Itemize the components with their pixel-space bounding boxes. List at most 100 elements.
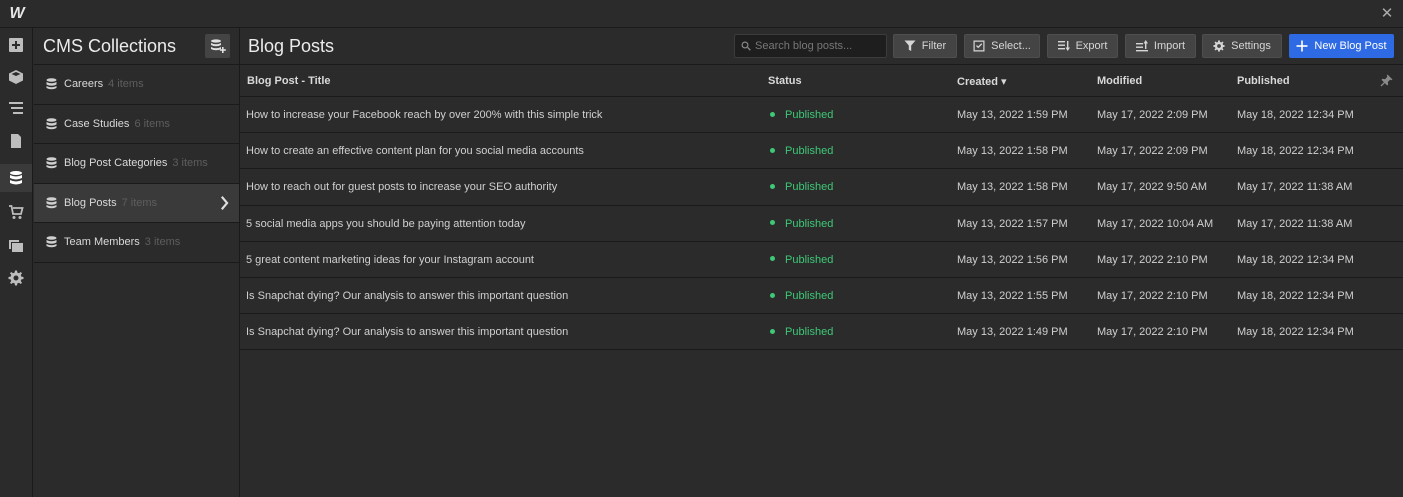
column-header-status[interactable]: Status [768,75,802,87]
select-button[interactable]: Select... [964,34,1040,58]
cell-published: May 18, 2022 12:34 PM [1237,145,1354,158]
close-icon[interactable]: ✕ [1377,4,1397,24]
column-header-title[interactable]: Blog Post - Title [247,75,331,87]
cell-title: How to create an effective content plan … [246,145,584,158]
cell-published: May 18, 2022 12:34 PM [1237,253,1354,266]
table-row[interactable]: Is Snapchat dying? Our analysis to answe… [240,314,1403,351]
cell-created: May 13, 2022 1:58 PM [957,145,1068,158]
new-blog-post-label: New Blog Post [1314,40,1387,52]
page-title: Blog Posts [248,36,335,56]
add-collection-icon [210,39,226,53]
import-button[interactable]: Import [1125,34,1196,58]
column-header-modified[interactable]: Modified [1097,75,1142,87]
cell-status: Published [770,218,833,230]
status-text: Published [785,289,834,302]
table-row[interactable]: Is Snapchat dying? Our analysis to answe… [240,278,1403,315]
cell-modified: May 17, 2022 9:50 AM [1097,181,1208,194]
status-dot-icon [770,256,775,262]
cell-created: May 13, 2022 1:57 PM [957,217,1068,230]
table-row[interactable]: How to increase your Facebook reach by o… [240,97,1403,134]
ecommerce-cart-icon[interactable] [4,200,28,224]
collections-title: CMS Collections [43,36,177,56]
collection-item-blog-posts[interactable]: Blog Posts 7 items [34,183,239,223]
status-text: Published [785,181,834,194]
table-row[interactable]: 5 great content marketing ideas for your… [240,242,1403,278]
collection-label: Blog Post Categories [64,157,168,170]
table-row[interactable]: 5 social media apps you should be paying… [240,206,1403,242]
table-row[interactable]: How to create an effective content plan … [240,133,1403,170]
cell-created: May 13, 2022 1:55 PM [957,289,1068,302]
new-blog-post-button[interactable]: New Blog Post [1289,34,1394,58]
status-dot-icon [770,111,775,117]
cell-created: May 13, 2022 1:59 PM [957,109,1068,121]
cell-published: May 17, 2022 11:38 AM [1237,181,1353,194]
collection-label: Team Members [64,236,140,249]
cell-modified: May 17, 2022 2:10 PM [1097,253,1208,266]
cms-collections-panel: CMS Collections Careers 4 items Case Stu… [34,28,240,497]
settings-button[interactable]: Settings [1202,34,1282,58]
collection-label: Careers [64,78,104,91]
filter-label: Filter [921,40,947,52]
cell-status: Published [770,145,833,157]
status-text: Published [785,145,834,158]
filter-icon [904,40,916,51]
cms-database-icon[interactable] [0,164,32,192]
cell-published: May 17, 2022 11:38 AM [1237,217,1353,230]
import-icon [1135,40,1148,52]
settings-gear-icon[interactable] [4,266,28,290]
status-dot-icon [770,147,775,153]
top-bar: W ✕ [0,0,1403,28]
cell-created: May 13, 2022 1:58 PM [957,181,1068,194]
status-text: Published [785,253,834,266]
cell-modified: May 17, 2022 2:10 PM [1097,326,1208,339]
collection-count: 3 items [172,157,208,170]
chevron-right-icon [219,195,229,210]
collection-item-team-members[interactable]: Team Members 3 items [34,223,239,263]
export-button[interactable]: Export [1047,34,1118,58]
collection-count: 6 items [134,117,170,130]
collections-list: Careers 4 items Case Studies 6 items Blo… [34,65,239,263]
add-collection-button[interactable] [205,34,230,58]
collection-count: 3 items [144,236,181,249]
webflow-logo[interactable]: W [6,3,28,25]
navigator-icon[interactable] [4,96,28,120]
blog-posts-panel: Blog Posts Filter Select... Export Impor… [240,28,1403,497]
cell-title: How to increase your Facebook reach by o… [246,109,603,121]
cell-title: Is Snapchat dying? Our analysis to answe… [246,289,569,302]
assets-icon[interactable] [4,233,28,257]
database-icon [46,78,57,90]
pin-icon[interactable] [1380,74,1393,87]
collection-item-careers[interactable]: Careers 4 items [34,65,239,105]
column-header-created[interactable]: Created ▾ [957,75,1007,88]
plus-icon [1296,40,1308,52]
collection-item-blog-post-categories[interactable]: Blog Post Categories 3 items [34,144,239,184]
search-icon [741,41,751,51]
cell-status: Published [770,254,833,266]
cube-icon[interactable] [4,65,28,89]
table-body: How to increase your Facebook reach by o… [240,97,1403,351]
checkbox-icon [973,40,985,52]
cell-published: May 18, 2022 12:34 PM [1237,289,1354,302]
table-row[interactable]: How to reach out for guest posts to incr… [240,169,1403,206]
add-panel-icon[interactable] [4,33,28,57]
search-input[interactable] [755,40,880,52]
filter-button[interactable]: Filter [893,34,957,58]
page-icon[interactable] [4,129,28,153]
cell-modified: May 17, 2022 2:09 PM [1097,145,1208,158]
column-header-published[interactable]: Published [1237,75,1290,87]
select-label: Select... [991,40,1031,52]
status-text: Published [785,109,834,121]
status-text: Published [785,326,834,339]
search-box[interactable] [734,34,887,58]
cell-title: Is Snapchat dying? Our analysis to answe… [246,326,569,339]
cell-published: May 18, 2022 12:34 PM [1237,109,1354,121]
collection-count: 7 items [121,196,158,209]
cell-status: Published [770,326,833,338]
cell-created: May 13, 2022 1:49 PM [957,326,1068,339]
status-dot-icon [770,292,775,298]
status-dot-icon [770,328,775,334]
cell-published: May 18, 2022 12:34 PM [1237,326,1354,339]
collections-header: CMS Collections [34,28,239,65]
collection-item-case-studies[interactable]: Case Studies 6 items [34,105,239,144]
cell-status: Published [770,109,833,121]
